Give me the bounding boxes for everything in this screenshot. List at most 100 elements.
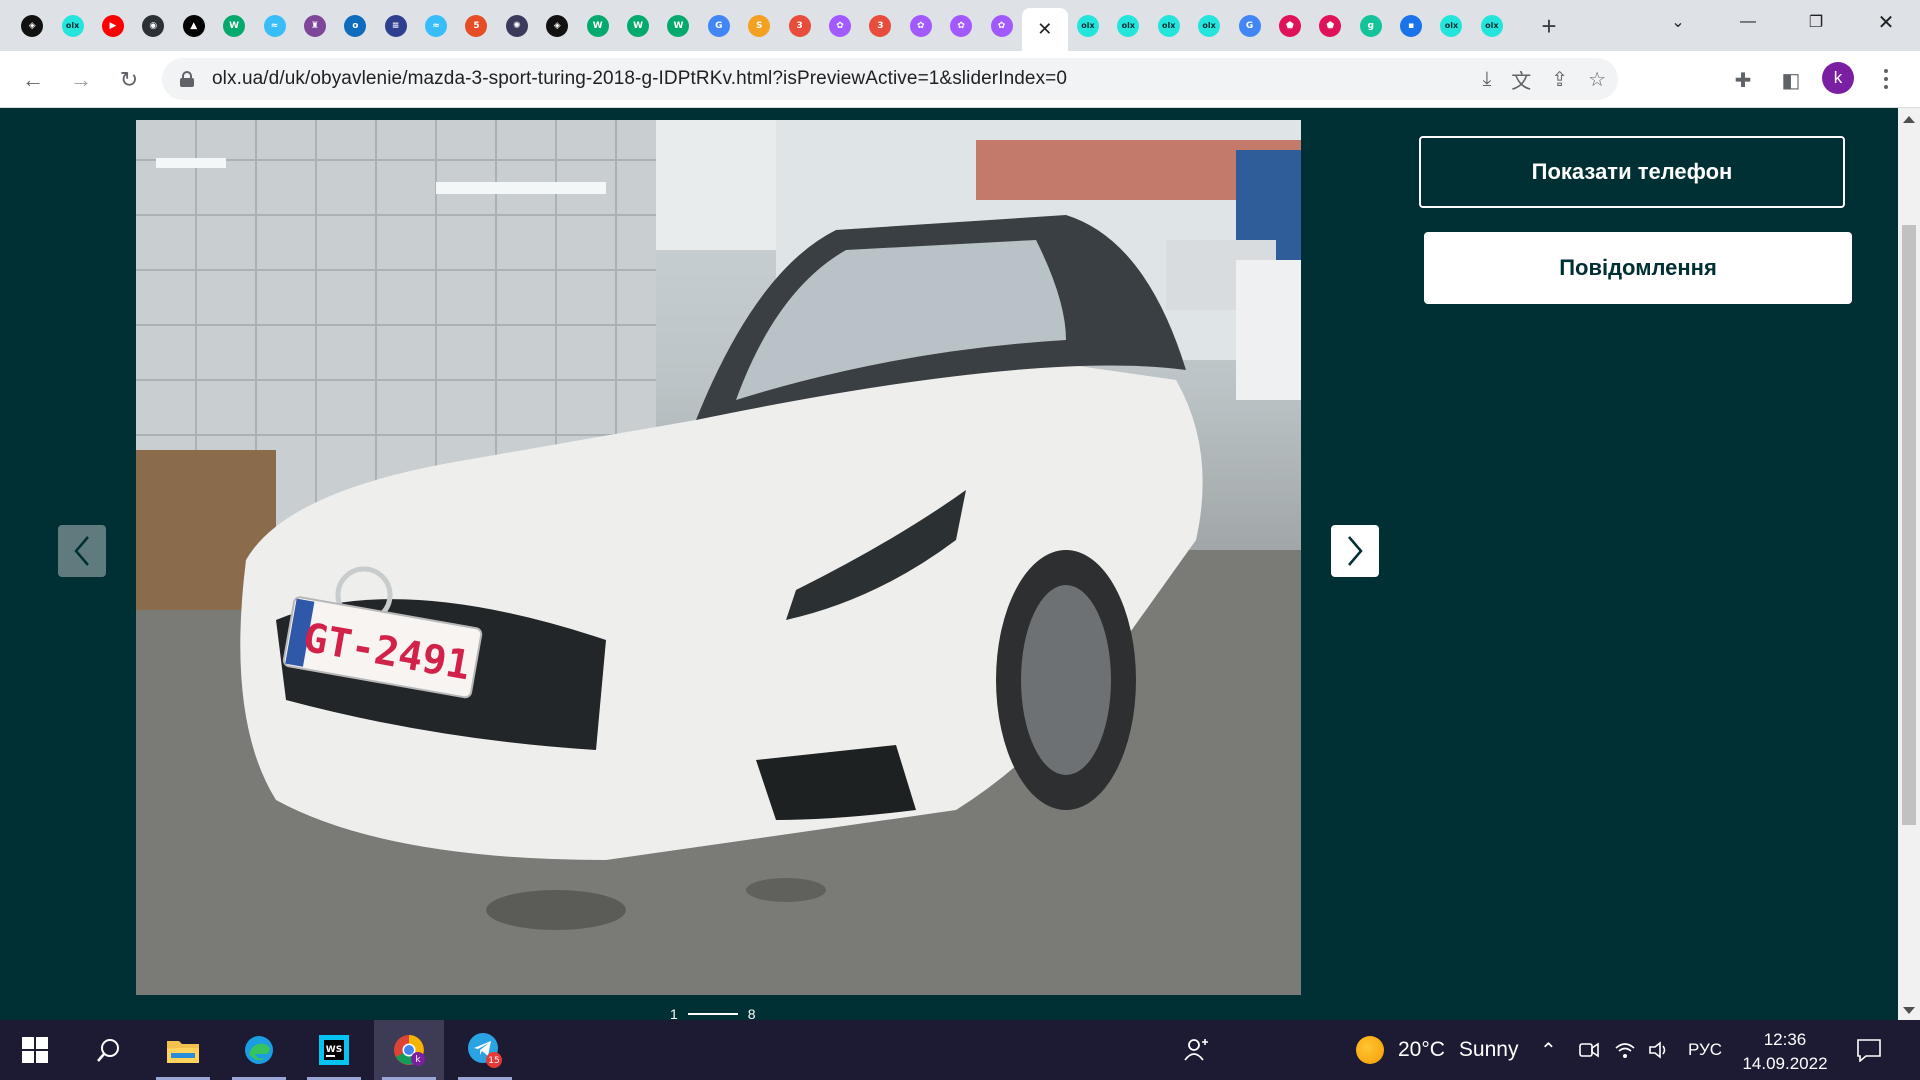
taskbar-chrome[interactable]: k — [374, 1020, 444, 1080]
bookmark-star-icon[interactable]: ☆ — [1588, 67, 1606, 92]
browser-tab[interactable]: olx — [1149, 8, 1189, 43]
browser-tab[interactable]: ▲ — [174, 8, 214, 43]
side-panel-icon[interactable]: ◧ — [1774, 63, 1808, 97]
taskbar-edge[interactable] — [224, 1020, 294, 1080]
input-language-indicator[interactable]: РУС — [1688, 1020, 1722, 1080]
browser-tab[interactable]: 3 — [860, 8, 900, 43]
stackoverflow-icon: ≡ — [384, 14, 407, 37]
previous-photo-button[interactable] — [58, 525, 106, 577]
browser-tab[interactable]: G — [1229, 8, 1269, 43]
browser-tab[interactable]: ✿ — [941, 8, 981, 43]
chrome-profile-badge: k — [415, 1055, 421, 1065]
pager-total: 8 — [747, 1006, 756, 1020]
browser-tab[interactable]: W — [214, 8, 254, 43]
reload-button[interactable]: ↻ — [112, 63, 146, 97]
browser-tab[interactable]: o — [335, 8, 375, 43]
close-window-button[interactable]: ✕ — [1856, 0, 1916, 44]
browser-tab-active[interactable]: ✕ — [1021, 8, 1068, 51]
send-message-button[interactable]: Повідомлення — [1424, 232, 1852, 304]
browser-tab[interactable]: ✿ — [981, 8, 1021, 43]
tab-list: ◈ olx ▶ ◉ ▲ W ≈ ♜ o ≡ ≈5 ✺ ◈ W W W G S 3 ✿ 3 ✿ ✿ ✿ ✕ olx olx olx olx… — [12, 8, 1512, 51]
google-icon: G — [707, 14, 730, 37]
listing-photo[interactable]: GT-2491 — [136, 120, 1301, 995]
system-clock[interactable]: 12:36 14.09.2022 — [1740, 1028, 1830, 1076]
profile-avatar[interactable]: k — [1822, 62, 1854, 94]
taskbar-telegram[interactable]: 15 — [450, 1020, 520, 1080]
w3schools-icon: W — [667, 14, 690, 37]
browser-tab[interactable]: olx — [1431, 8, 1471, 43]
back-button[interactable]: ← — [16, 63, 50, 97]
scroll-down-arrow[interactable] — [1903, 1007, 1915, 1014]
edge-browser-icon — [245, 1036, 273, 1064]
olx-icon: olx — [61, 14, 84, 37]
minimize-button[interactable]: — — [1718, 0, 1778, 44]
notifications-icon[interactable] — [1856, 1020, 1882, 1080]
outlook-icon: o — [344, 14, 367, 37]
start-button[interactable] — [0, 1020, 70, 1080]
people-icon[interactable] — [1184, 1020, 1210, 1080]
browser-tab[interactable]: ◈ — [12, 8, 52, 43]
browser-tab[interactable]: ◉ — [133, 8, 173, 43]
scroll-up-arrow[interactable] — [1903, 116, 1915, 123]
browser-tab[interactable]: ≈ — [254, 8, 294, 43]
browser-tab[interactable]: ⬟ — [1270, 8, 1310, 43]
browser-tab[interactable]: ▪ — [1391, 8, 1431, 43]
w3schools-icon: W — [223, 14, 246, 37]
restore-button[interactable]: ❐ — [1786, 0, 1846, 44]
scroll-thumb[interactable] — [1902, 225, 1916, 825]
install-app-icon[interactable]: ⤓ — [1482, 68, 1491, 91]
windows-taskbar: WS k 15 20°C Sunny ⌃ РУС 12:36 14.09.202… — [0, 1020, 1920, 1080]
browser-tab[interactable]: ✺ — [497, 8, 537, 43]
browser-tab[interactable]: g — [1351, 8, 1391, 43]
volume-icon[interactable] — [1648, 1020, 1670, 1080]
taskbar-file-explorer[interactable] — [148, 1020, 218, 1080]
browser-tab[interactable]: W — [658, 8, 698, 43]
browser-menu-button[interactable] — [1876, 66, 1896, 92]
chevron-left-icon — [74, 536, 89, 566]
share-icon[interactable]: ⇪ — [1551, 67, 1568, 92]
app-icon: ✺ — [505, 14, 528, 37]
browser-tab[interactable]: olx — [1108, 8, 1148, 43]
browser-tab[interactable]: ⬟ — [1310, 8, 1350, 43]
browser-tab[interactable]: G — [699, 8, 739, 43]
next-photo-button[interactable] — [1331, 525, 1379, 577]
browser-tab[interactable]: ≡ — [376, 8, 416, 43]
browser-tab[interactable]: S — [739, 8, 779, 43]
codepen-icon: ◈ — [546, 14, 569, 37]
pink-icon: ⬟ — [1319, 14, 1342, 37]
weather-widget[interactable]: 20°C Sunny — [1356, 1020, 1518, 1080]
browser-tab[interactable]: 5 — [456, 8, 496, 43]
show-hidden-icons-chevron-icon[interactable]: ⌃ — [1540, 1020, 1557, 1080]
browser-tab[interactable]: ▶ — [93, 8, 133, 43]
meet-now-icon[interactable] — [1578, 1020, 1600, 1080]
browser-tab[interactable]: ✿ — [820, 8, 860, 43]
browser-tab[interactable]: ≈ — [416, 8, 456, 43]
olx-icon: olx — [1198, 14, 1221, 37]
browser-tab[interactable]: olx — [1068, 8, 1108, 43]
browser-tab[interactable]: olx — [1472, 8, 1512, 43]
browser-tab[interactable]: 3 — [779, 8, 819, 43]
page-scrollbar[interactable] — [1898, 108, 1920, 1020]
photo-pager: 1 8 — [670, 1006, 756, 1020]
tab-search-icon[interactable]: ⌄ — [1648, 0, 1708, 44]
extensions-puzzle-icon[interactable]: ✚ — [1726, 63, 1760, 97]
browser-tab[interactable]: W — [618, 8, 658, 43]
tab-strip: ◈ olx ▶ ◉ ▲ W ≈ ♜ o ≡ ≈5 ✺ ◈ W W W G S 3 ✿ 3 ✿ ✿ ✿ ✕ olx olx olx olx… — [0, 0, 1920, 51]
w3schools-icon: W — [627, 14, 650, 37]
browser-tab[interactable]: ♜ — [295, 8, 335, 43]
browser-tab[interactable]: olx — [1189, 8, 1229, 43]
url-text[interactable]: olx.ua/d/uk/obyavlenie/mazda-3-sport-tur… — [212, 68, 1067, 90]
taskbar-search-button[interactable] — [74, 1020, 144, 1080]
lock-icon[interactable] — [180, 71, 194, 87]
new-tab-button[interactable]: + — [1531, 8, 1567, 44]
forward-button[interactable]: → — [64, 63, 98, 97]
translate-icon[interactable]: 文 — [1511, 65, 1531, 94]
taskbar-webstorm[interactable]: WS — [299, 1020, 369, 1080]
wifi-icon[interactable] — [1614, 1020, 1636, 1080]
browser-tab[interactable]: ✿ — [901, 8, 941, 43]
browser-tab[interactable]: W — [577, 8, 617, 43]
browser-tab[interactable]: ◈ — [537, 8, 577, 43]
show-phone-button[interactable]: Показати телефон — [1419, 136, 1845, 208]
browser-tab[interactable]: olx — [52, 8, 92, 43]
address-bar[interactable]: olx.ua/d/uk/obyavlenie/mazda-3-sport-tur… — [162, 58, 1618, 100]
